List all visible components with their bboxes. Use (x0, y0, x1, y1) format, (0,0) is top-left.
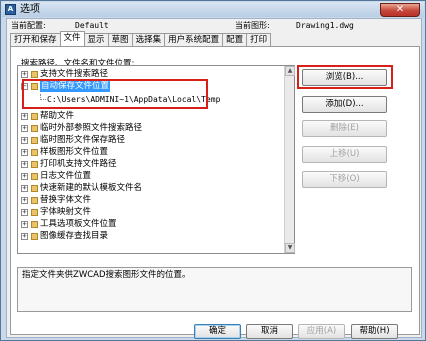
current-profile-value: Default (75, 21, 109, 30)
tab-selection[interactable]: 选择集 (131, 33, 166, 46)
tree-item-label: 自动保存文件位置 (40, 81, 111, 92)
tab-plot[interactable]: 打印 (246, 33, 272, 46)
folder-icon (31, 197, 38, 204)
description-text: 指定文件夹供ZWCAD搜索图形文件的位置。 (22, 270, 191, 280)
current-drawing-label: 当前图形: (235, 21, 270, 30)
expand-icon[interactable]: + (21, 137, 28, 144)
tree-item-label: 工具选项板文件位置 (40, 219, 117, 229)
app-icon: A (5, 4, 16, 15)
delete-button[interactable]: 删除(E) (302, 120, 387, 137)
expand-icon[interactable]: + (21, 209, 28, 216)
scroll-up-arrow-icon[interactable]: ▲ (285, 66, 295, 76)
expand-icon[interactable]: + (21, 233, 28, 240)
tree-item-label: 打印机支持文件路径 (40, 159, 117, 169)
ok-button[interactable]: 确定 (194, 324, 241, 339)
tree-item-label: 日志文件位置 (40, 171, 92, 181)
scroll-down-arrow-icon[interactable]: ▼ (285, 243, 295, 253)
tree-item-autosave-path[interactable]: C:\Users\ADMINI~1\AppData\Local\Temp (18, 94, 288, 105)
tree-item-label: 快速新建的默认模板文件名 (40, 183, 143, 193)
tree-item-label: 替换字体文件 (40, 195, 92, 205)
tab-open-save[interactable]: 打开和保存 (10, 33, 61, 46)
tree-item-label: 临时外部参照文件搜索路径 (40, 123, 143, 133)
tab-profiles[interactable]: 配置 (222, 33, 248, 46)
expand-icon[interactable]: + (21, 161, 28, 168)
tree-connector (40, 94, 46, 100)
move-down-button[interactable]: 下移(O) (302, 171, 387, 188)
expand-icon[interactable]: + (21, 125, 28, 132)
cancel-button[interactable]: 取消 (246, 324, 293, 339)
apply-button[interactable]: 应用(A) (298, 324, 345, 339)
folder-icon (31, 137, 38, 144)
window-title: 选项 (20, 4, 40, 15)
close-button[interactable]: ✕ (380, 3, 420, 17)
info-row: 当前配置: Default 当前图形: Drawing1.dwg (7, 20, 417, 31)
move-up-button[interactable]: 上移(U) (302, 146, 387, 163)
tab-drafting[interactable]: 草图 (107, 33, 133, 46)
tab-files[interactable]: 文件 (59, 31, 85, 46)
tree-item-label: 字体映射文件 (40, 207, 92, 217)
tree-scrollbar[interactable]: ▲ ▼ (284, 66, 295, 253)
expand-icon[interactable]: + (21, 221, 28, 228)
folder-icon (31, 221, 38, 228)
expand-icon[interactable]: + (21, 71, 28, 78)
tab-user-preferences[interactable]: 用户系统配置 (164, 33, 224, 46)
collapse-icon[interactable]: − (21, 83, 28, 90)
expand-icon[interactable]: + (21, 149, 28, 156)
tree-item-label: 支持文件搜索路径 (40, 69, 109, 79)
folder-icon (31, 149, 38, 156)
folder-icon (31, 161, 38, 168)
description-box: 指定文件夹供ZWCAD搜索图形文件的位置。 (17, 267, 412, 312)
title-bar[interactable]: A 选项 ✕ (2, 2, 424, 17)
options-dialog: A 选项 ✕ 当前配置: Default 当前图形: Drawing1.dwg … (0, 0, 426, 341)
autosave-path-value: C:\Users\ADMINI~1\AppData\Local\Temp (47, 95, 221, 104)
current-profile-label: 当前配置: (11, 21, 46, 30)
help-button[interactable]: 帮助(H) (351, 324, 398, 339)
folder-icon (31, 113, 38, 120)
tree-item-label: 图像缓存查找目录 (40, 231, 109, 241)
tree-item-label: 临时图形文件保存路径 (40, 135, 126, 145)
folder-icon (31, 173, 38, 180)
add-button[interactable]: 添加(D)... (302, 96, 387, 113)
folder-icon (31, 83, 38, 90)
folder-icon (31, 71, 38, 78)
file-locations-tree[interactable]: + 支持文件搜索路径 − 自动保存文件位置 C:\Users\ADMINI~1\… (17, 65, 295, 254)
tree-item-label: 样板图形文件位置 (40, 147, 109, 157)
folder-icon (31, 209, 38, 216)
expand-icon[interactable]: + (21, 173, 28, 180)
tab-strip: 打开和保存 文件 显示 草图 选择集 用户系统配置 配置 打印 (10, 31, 272, 46)
tab-display[interactable]: 显示 (83, 33, 109, 46)
browse-button[interactable]: 浏览(B)... (302, 69, 387, 86)
folder-icon (31, 233, 38, 240)
folder-icon (31, 185, 38, 192)
current-drawing-value: Drawing1.dwg (296, 21, 354, 30)
tree-item-label: 帮助文件 (40, 111, 75, 121)
expand-icon[interactable]: + (21, 113, 28, 120)
folder-icon (31, 125, 38, 132)
expand-icon[interactable]: + (21, 185, 28, 192)
expand-icon[interactable]: + (21, 197, 28, 204)
